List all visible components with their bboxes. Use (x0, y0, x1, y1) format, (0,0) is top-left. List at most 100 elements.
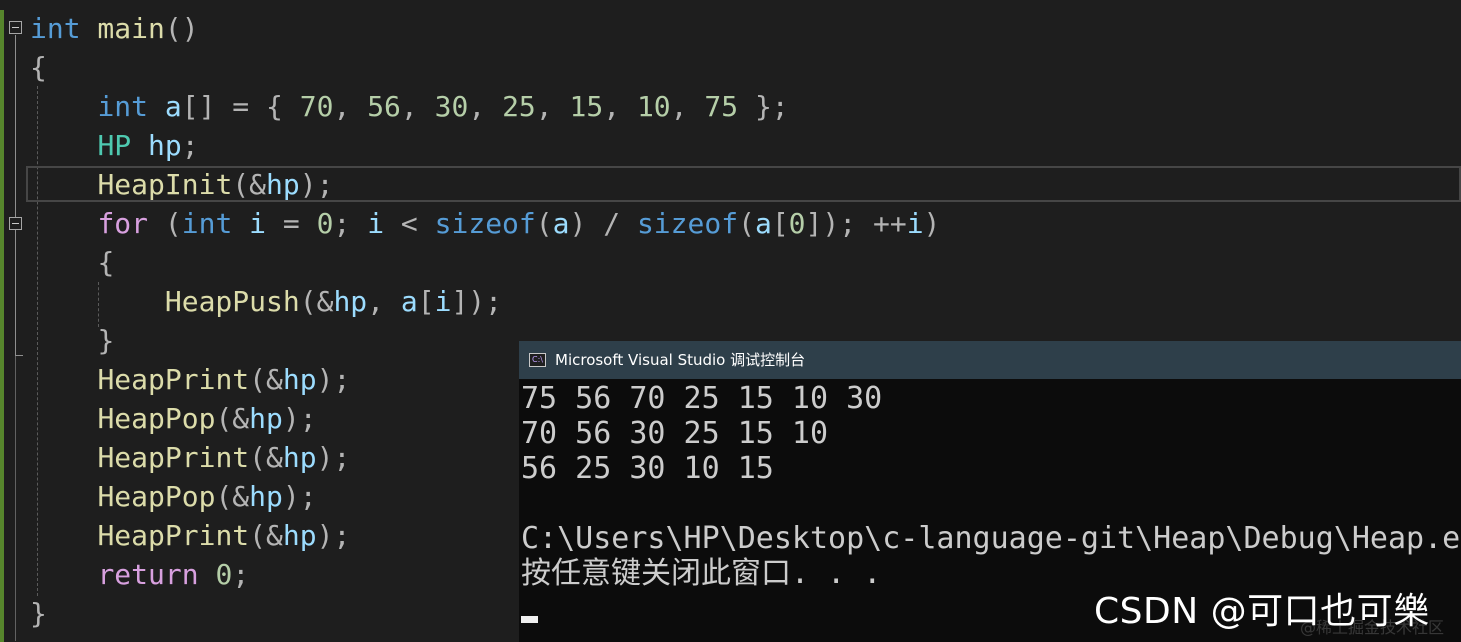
console-titlebar[interactable]: C:\ Microsoft Visual Studio 调试控制台 (519, 341, 1461, 379)
code-token: 30 (434, 90, 469, 123)
code-token: ; (333, 207, 368, 240)
change-tracking-bar (0, 10, 4, 642)
code-line[interactable]: { (30, 243, 114, 282)
code-token: a (400, 285, 418, 318)
console-output-line: 56 25 30 10 15 (521, 451, 774, 486)
code-token: }; (738, 90, 789, 123)
code-token: HeapPop (97, 402, 216, 435)
code-token: HeapInit (97, 168, 233, 201)
collapse-main-icon[interactable] (9, 21, 22, 34)
code-line[interactable]: HeapPrint(&hp); (30, 360, 350, 399)
code-token: 75 (704, 90, 739, 123)
fold-line-lower (15, 231, 16, 641)
visual-studio-console-icon: C:\ (529, 353, 546, 367)
code-line[interactable]: return 0; (30, 555, 249, 594)
code-token: ( (535, 207, 553, 240)
code-token: , (535, 90, 570, 123)
code-token: () (164, 12, 199, 45)
code-token: hp (282, 519, 317, 552)
code-token: 0 (788, 207, 806, 240)
code-token: HP (97, 129, 132, 162)
code-token: ; (181, 129, 199, 162)
console-path-line: C:\Users\HP\Desktop\c-language-git\Heap\… (521, 521, 1461, 556)
code-line[interactable]: } (30, 321, 114, 360)
code-token: ); (316, 519, 351, 552)
code-token: ; (232, 558, 250, 591)
code-token: , (670, 90, 705, 123)
code-token: ) / (569, 207, 637, 240)
code-token: hp (282, 441, 317, 474)
code-token: int (30, 12, 81, 45)
code-line[interactable]: int main() (30, 9, 199, 48)
code-token: main (80, 12, 165, 45)
collapse-for-icon[interactable] (9, 217, 22, 230)
code-token: 56 (367, 90, 401, 123)
code-token: i (232, 207, 267, 240)
code-token: int (181, 207, 233, 240)
code-token: , (400, 90, 435, 123)
code-token: sizeof (636, 207, 739, 240)
code-line[interactable]: int a[] = { 70, 56, 30, 25, 15, 10, 75 }… (30, 87, 789, 126)
console-prompt-line: 按任意键关闭此窗口. . . (521, 556, 882, 591)
code-token: 0 (215, 558, 233, 591)
code-token: HeapPush (164, 285, 300, 318)
code-token: ]); ++ (805, 207, 907, 240)
code-token: ( (148, 207, 182, 240)
code-token: } (30, 597, 47, 630)
code-line[interactable]: HP hp; (30, 126, 199, 165)
code-token: HeapPrint (97, 519, 250, 552)
code-token: HeapPop (97, 480, 216, 513)
code-line[interactable]: HeapPrint(&hp); (30, 438, 350, 477)
code-token: (& (249, 363, 283, 396)
code-token: (& (215, 402, 250, 435)
code-line[interactable]: { (30, 48, 47, 87)
code-line[interactable]: HeapPush(&hp, a[i]); (30, 282, 502, 321)
code-token: i (906, 207, 924, 240)
code-token: ]); (451, 285, 503, 318)
code-line[interactable]: HeapPrint(&hp); (30, 516, 350, 555)
code-token: [ (417, 285, 435, 318)
code-token: ) (923, 207, 941, 240)
code-line[interactable]: HeapInit(&hp); (30, 165, 333, 204)
code-token: [] = { (181, 90, 300, 123)
code-token: , (603, 90, 637, 123)
code-token: for (97, 207, 149, 240)
code-token: ); (282, 402, 317, 435)
code-token: 15 (569, 90, 604, 123)
code-token: { (97, 246, 115, 279)
code-token: (& (215, 480, 250, 513)
code-line[interactable]: for (int i = 0; i < sizeof(a) / sizeof(a… (30, 204, 940, 243)
code-line[interactable]: } (30, 594, 47, 633)
code-token: (& (299, 285, 334, 318)
code-token: ); (282, 480, 317, 513)
code-token: , (367, 285, 401, 318)
code-token: } (97, 324, 115, 357)
code-token: ); (316, 363, 351, 396)
code-line[interactable]: HeapPop(&hp); (30, 399, 317, 438)
code-token: HeapPrint (97, 441, 250, 474)
code-token: HeapPrint (97, 363, 250, 396)
code-token: (& (249, 519, 283, 552)
code-token: ); (299, 168, 334, 201)
code-line[interactable]: HeapPop(&hp); (30, 477, 317, 516)
csdn-watermark: CSDN @可口也可樂 (1094, 591, 1430, 632)
code-token: a (552, 207, 570, 240)
code-token: sizeof (434, 207, 536, 240)
code-token: hp (266, 168, 300, 201)
code-token: hp (249, 402, 283, 435)
code-token: i (434, 285, 452, 318)
code-token: hp (333, 285, 368, 318)
code-token: a (148, 90, 182, 123)
console-output-line: 70 56 30 25 15 10 (521, 416, 829, 451)
code-token: , (468, 90, 503, 123)
